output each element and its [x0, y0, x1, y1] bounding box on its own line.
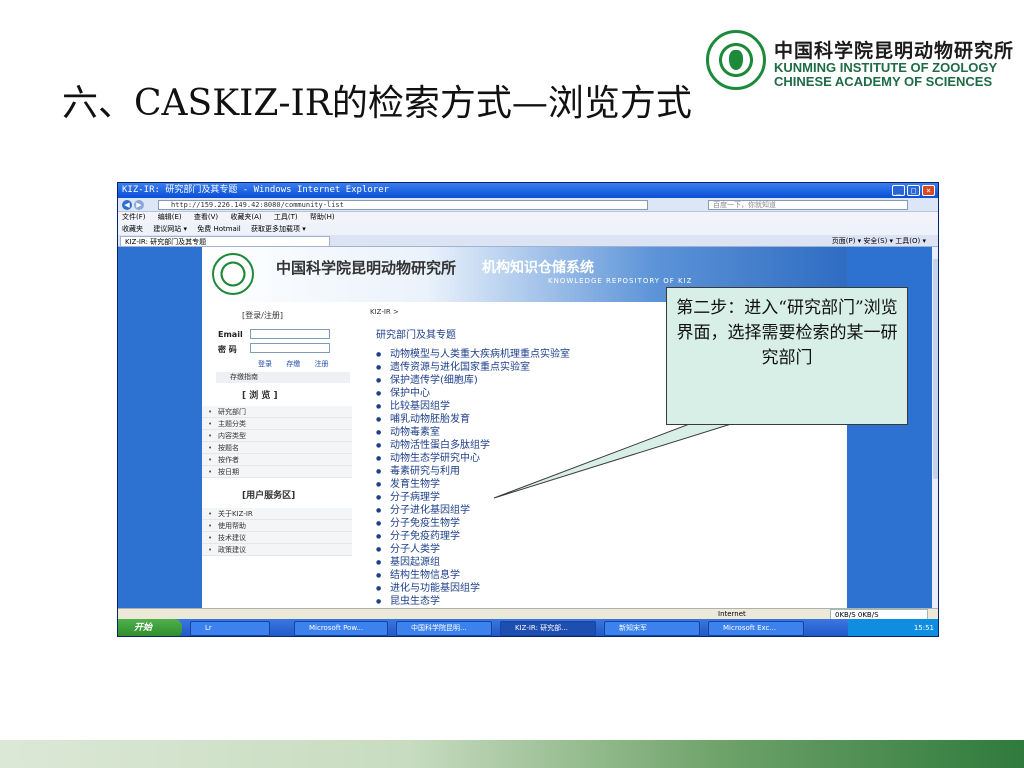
department-list: 动物模型与人类重大疾病机理重点实验室 遗传资源与进化国家重点实验室 保护遗传学(… [376, 348, 570, 608]
user-service-title: [用户服务区] [242, 491, 296, 501]
taskbar: 开始 Lr Microsoft Pow... 中国科学院昆明... KIZ-IR… [118, 619, 938, 636]
browse-item-content-type[interactable]: 内容类型 [202, 430, 352, 442]
footer-band [0, 740, 1024, 768]
site-banner-system-name: 机构知识仓储系统 [482, 260, 594, 276]
register-link[interactable]: 注册 [314, 360, 328, 368]
login-register-title[interactable]: [登录/注册] [242, 310, 283, 321]
department-link[interactable]: 保护中心 [376, 387, 570, 400]
browse-item-departments[interactable]: 研究部门 [202, 406, 352, 418]
browse-item-by-title[interactable]: 按题名 [202, 442, 352, 454]
department-link[interactable]: 分子病理学 [376, 491, 570, 504]
department-link[interactable]: 毒素研究与利用 [376, 465, 570, 478]
password-label: 密 码 [218, 345, 237, 354]
department-link[interactable]: 基因起源组 [376, 556, 570, 569]
department-link[interactable]: 比较基因组学 [376, 400, 570, 413]
menu-view[interactable]: 查看(V) [194, 213, 218, 221]
email-field[interactable] [250, 329, 330, 339]
browse-item-subjects[interactable]: 主题分类 [202, 418, 352, 430]
logo-english-line-1: KUNMING INSTITUTE OF ZOOLOGY [774, 60, 998, 75]
slide: 六、CASKIZ-IR的检索方式—浏览方式 中国科学院昆明动物研究所 KUNMI… [0, 0, 1024, 768]
service-item-policy-suggestion[interactable]: 政策建议 [202, 544, 352, 556]
user-service-list: 关于KIZ-IR 使用帮助 技术建议 政策建议 [202, 508, 352, 556]
suggested-sites-link[interactable]: 建议网站 ▾ [153, 225, 187, 233]
logo-english-line-2: CHINESE ACADEMY OF SCIENCES [774, 74, 993, 89]
password-field[interactable] [250, 343, 330, 353]
forward-button[interactable]: ▶ [134, 200, 144, 210]
window-title: KIZ-IR: 研究部门及其专题 - Windows Internet Expl… [122, 185, 390, 195]
address-bar: ◀ ▶ http://159.226.149.42:8080/community… [118, 198, 938, 212]
window-titlebar[interactable]: KIZ-IR: 研究部门及其专题 - Windows Internet Expl… [118, 183, 938, 198]
vertical-scrollbar[interactable] [932, 247, 938, 618]
menu-edit[interactable]: 编辑(E) [158, 213, 182, 221]
department-link[interactable]: 进化与功能基因组学 [376, 582, 570, 595]
menu-file[interactable]: 文件(F) [122, 213, 146, 221]
back-button[interactable]: ◀ [122, 200, 132, 210]
start-button[interactable]: 开始 [118, 619, 182, 636]
taskbar-item[interactable]: Microsoft Pow... [294, 621, 388, 636]
site-banner-chinese-name: 中国科学院昆明动物研究所 [276, 259, 457, 277]
breadcrumb[interactable]: KIZ-IR > [370, 308, 399, 316]
department-link[interactable]: 发育生物学 [376, 478, 570, 491]
browse-section-title: [ 浏 览 ] [242, 391, 278, 401]
menu-favorites[interactable]: 收藏夹(A) [230, 213, 261, 221]
browse-item-by-author[interactable]: 按作者 [202, 454, 352, 466]
hotmail-link[interactable]: 免费 Hotmail [197, 225, 241, 233]
maximize-button[interactable]: □ [907, 185, 920, 196]
favorites-bar: 收藏夹 建议网站 ▾ 免费 Hotmail 获取更多加载项 ▾ [118, 223, 938, 235]
search-input[interactable]: 百度一下，你就知道 [708, 200, 908, 210]
department-link[interactable]: 动物模型与人类重大疾病机理重点实验室 [376, 348, 570, 361]
callout-box: 第二步：进入“研究部门”浏览界面，选择需要检索的某一研究部门 [666, 287, 908, 425]
menu-help[interactable]: 帮助(H) [310, 213, 335, 221]
department-link[interactable]: 哺乳动物胚胎发育 [376, 413, 570, 426]
department-link[interactable]: 动物活性蛋白多肽组学 [376, 439, 570, 452]
department-link[interactable]: 昆虫生态学 [376, 595, 570, 608]
service-item-help[interactable]: 使用帮助 [202, 520, 352, 532]
taskbar-item[interactable]: 中国科学院昆明... [396, 621, 492, 636]
taskbar-item[interactable]: 新知宋军 [604, 621, 700, 636]
site-banner-english-name: KNOWLEDGE REPOSITORY OF KIZ [548, 277, 693, 285]
login-links: 登录 存缴 注册 [258, 359, 340, 369]
deposit-link[interactable]: 存缴 [286, 360, 300, 368]
institute-seal-icon [706, 30, 766, 90]
login-link[interactable]: 登录 [258, 360, 272, 368]
system-tray-clock[interactable]: 15:51 [848, 619, 938, 636]
department-link[interactable]: 分子进化基因组学 [376, 504, 570, 517]
status-bar: Internet 0KB/S 0KB/S [118, 608, 938, 620]
url-input[interactable]: http://159.226.149.42:8080/community-lis… [158, 200, 648, 210]
browse-list: 研究部门 主题分类 内容类型 按题名 按作者 按日期 [202, 406, 352, 478]
logo-chinese-name: 中国科学院昆明动物研究所 [774, 40, 1015, 62]
browse-item-by-date[interactable]: 按日期 [202, 466, 352, 478]
minimize-button[interactable]: _ [892, 185, 905, 196]
department-link[interactable]: 动物生态学研究中心 [376, 452, 570, 465]
department-link[interactable]: 保护遗传学(细胞库) [376, 374, 570, 387]
page-title: 研究部门及其专题 [376, 330, 456, 341]
menu-bar: 文件(F) 编辑(E) 查看(V) 收藏夹(A) 工具(T) 帮助(H) [118, 212, 938, 223]
storage-guide-link[interactable]: 存缴指南 [216, 372, 350, 383]
tab-bar: KIZ-IR: 研究部门及其专题 页面(P) ▾ 安全(S) ▾ 工具(O) ▾ [118, 235, 938, 247]
department-link[interactable]: 分子人类学 [376, 543, 570, 556]
slide-title: 六、CASKIZ-IR的检索方式—浏览方式 [62, 83, 692, 124]
service-item-about[interactable]: 关于KIZ-IR [202, 508, 352, 520]
taskbar-item-active[interactable]: KIZ-IR: 研究部... [500, 621, 596, 636]
favorites-button[interactable]: 收藏夹 [122, 225, 143, 233]
menu-tools[interactable]: 工具(T) [274, 213, 298, 221]
taskbar-item[interactable]: Lr [190, 621, 270, 636]
command-bar[interactable]: 页面(P) ▾ 安全(S) ▾ 工具(O) ▾ [832, 236, 926, 246]
department-link[interactable]: 动物毒素室 [376, 426, 570, 439]
scrollbar-thumb[interactable] [933, 259, 938, 479]
email-label: Email [218, 330, 243, 339]
close-button[interactable]: × [922, 185, 935, 196]
department-link[interactable]: 遗传资源与进化国家重点实验室 [376, 361, 570, 374]
institute-logo: 中国科学院昆明动物研究所 KUNMING INSTITUTE OF ZOOLOG… [704, 26, 1013, 96]
site-seal-icon [212, 253, 254, 295]
department-link[interactable]: 结构生物信息学 [376, 569, 570, 582]
browser-tab[interactable]: KIZ-IR: 研究部门及其专题 [120, 236, 330, 247]
department-link[interactable]: 分子免疫药理学 [376, 530, 570, 543]
taskbar-item[interactable]: Microsoft Exc... [708, 621, 804, 636]
service-item-tech-suggestion[interactable]: 技术建议 [202, 532, 352, 544]
left-navigation: [登录/注册] Email 密 码 登录 存缴 注册 存缴指南 [ 浏 览 ] … [202, 302, 352, 618]
department-link[interactable]: 分子免疫生物学 [376, 517, 570, 530]
get-addons-link[interactable]: 获取更多加载项 ▾ [251, 225, 306, 233]
